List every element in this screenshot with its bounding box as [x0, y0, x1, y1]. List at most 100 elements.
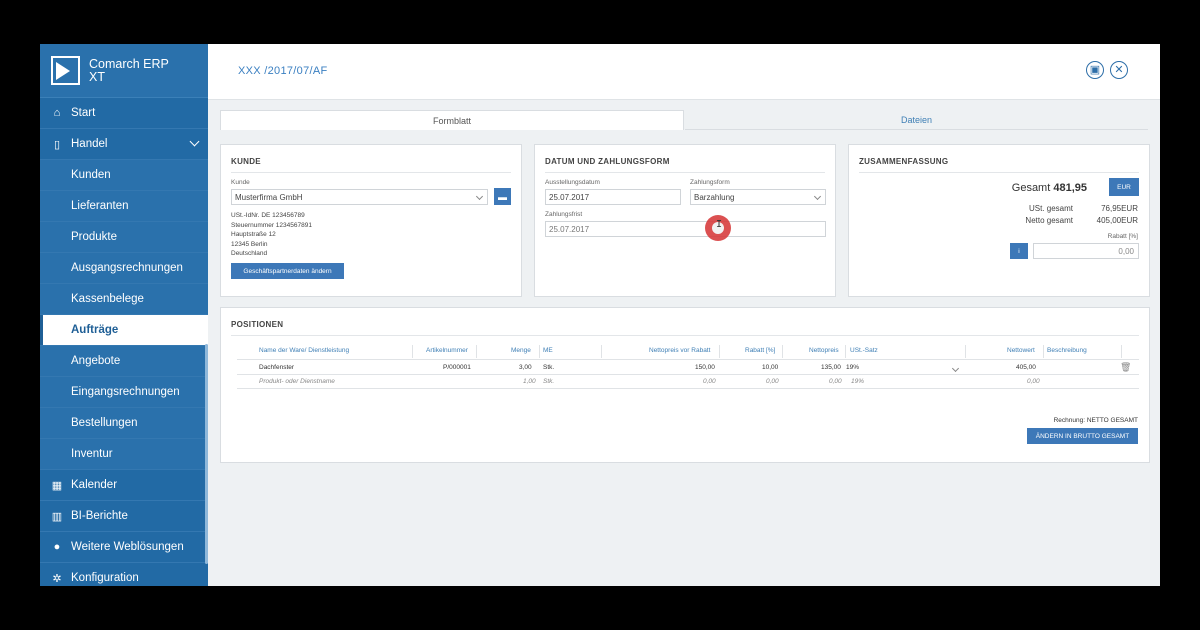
zahlungsform-select[interactable]: Barzahlung [690, 189, 826, 205]
sidebar-item-auftraege[interactable]: Aufträge [40, 315, 208, 346]
col-header-name[interactable]: Name der Ware/ Dienstleistung [259, 347, 349, 354]
summary-title: ZUSAMMENFASSUNG [859, 157, 949, 166]
kunde-select[interactable]: Musterfirma GmbH [231, 189, 488, 205]
new-row-nettowert: 0,00 [1027, 378, 1040, 385]
cell-nettowert: 405,00 [1016, 364, 1036, 371]
save-button[interactable]: ▣ [1086, 61, 1104, 79]
text-cursor-icon: I [716, 219, 723, 230]
zahlungsform-value: Barzahlung [694, 192, 735, 202]
sidebar-scrollbar[interactable] [205, 344, 208, 564]
gesamt-row: Gesamt 481,95 [1012, 182, 1087, 194]
chevron-down-icon [475, 192, 484, 201]
sidebar-item-label: BI-Berichte [71, 510, 128, 522]
chevron-down-icon [189, 136, 200, 147]
sidebar-item-eingangsrechnungen[interactable]: Eingangsrechnungen [40, 377, 208, 408]
sidebar-item-label: Eingangsrechnungen [71, 386, 180, 398]
positionen-title: POSITIONEN [231, 320, 284, 329]
sidebar-item-inventur[interactable]: Inventur [40, 439, 208, 470]
sidebar-item-label: Handel [71, 138, 108, 150]
col-header-nettowert[interactable]: Nettowert [1007, 347, 1035, 354]
close-button[interactable]: ✕ [1110, 61, 1128, 79]
cell-menge: 3,00 [519, 364, 532, 371]
col-header-menge[interactable]: Menge [511, 347, 531, 354]
sidebar-item-kassenbelege[interactable]: Kassenbelege [40, 284, 208, 315]
col-header-rabatt[interactable]: Rabatt [%] [745, 347, 775, 354]
page-header: XXX /2017/07/AF ▣ ✕ [208, 44, 1160, 100]
sidebar-item-konfiguration[interactable]: ✲ Konfiguration [40, 563, 208, 586]
zahlungsfrist-label: Zahlungsfrist [545, 211, 583, 218]
col-header-nettopreis[interactable]: Nettopreis [809, 347, 839, 354]
currency-button[interactable]: EUR [1109, 178, 1139, 196]
change-partner-data-button[interactable]: Geschäftspartnerdaten ändern [231, 263, 344, 279]
sidebar-item-ausgangsrechnungen[interactable]: Ausgangsrechnungen [40, 253, 208, 284]
ausstellungsdatum-label: Ausstellungsdatum [545, 179, 600, 186]
sidebar-item-start[interactable]: ⌂ Start [40, 98, 208, 129]
gear-icon: ✲ [52, 572, 62, 585]
col-header-artikel[interactable]: Artikelnummer [426, 347, 468, 354]
gesamt-value: 481,95 [1053, 182, 1087, 194]
trash-icon[interactable]: 🗑 [1120, 362, 1131, 373]
kunde-details-button[interactable]: ▬ [494, 188, 511, 205]
rechnung-label: Rechnung: NETTO GESAMT [1053, 417, 1138, 424]
cell-name: Dachfenster [259, 364, 295, 371]
tab-dateien[interactable]: Dateien [685, 110, 1148, 130]
new-row-menge[interactable]: 1,00 [523, 378, 536, 385]
col-header-beschreibung[interactable]: Beschreibung [1047, 347, 1087, 354]
kunde-title: KUNDE [231, 157, 261, 166]
sidebar: Comarch ERP XT ⌂ Start ▯ Handel Kunden L… [40, 44, 208, 586]
new-row-rabatt[interactable]: 0,00 [766, 378, 779, 385]
sidebar-item-label: Kunden [71, 169, 111, 181]
sidebar-item-bi-berichte[interactable]: ▥ BI-Berichte [40, 501, 208, 532]
summary-card: ZUSAMMENFASSUNG Gesamt 481,95 EUR USt. g… [848, 144, 1150, 297]
cell-nettovor: 150,00 [695, 364, 715, 371]
zahlungsfrist-input[interactable]: 25.07.2017 [545, 221, 826, 237]
sidebar-item-bestellungen[interactable]: Bestellungen [40, 408, 208, 439]
sidebar-item-label: Aufträge [71, 324, 119, 336]
sidebar-item-kunden[interactable]: Kunden [40, 160, 208, 191]
new-row-ust[interactable]: 19% [851, 378, 864, 385]
cell-nettopreis: 135,00 [821, 364, 841, 371]
col-header-me[interactable]: ME [543, 347, 553, 354]
cell-ust[interactable]: 19% [846, 364, 859, 371]
brutto-toggle-button[interactable]: ÄNDERN IN BRUTTO GESAMT [1027, 428, 1138, 444]
sidebar-item-angebote[interactable]: Angebote [40, 346, 208, 377]
sidebar-item-produkte[interactable]: Produkte [40, 222, 208, 253]
chevron-down-icon[interactable] [951, 364, 960, 373]
sidebar-item-handel[interactable]: ▯ Handel [40, 129, 208, 160]
gesamt-label: Gesamt [1011, 182, 1051, 194]
new-row-name-input[interactable]: Produkt- oder Dienstname [259, 378, 335, 385]
sidebar-item-lieferanten[interactable]: Lieferanten [40, 191, 208, 222]
rabatt-info-button[interactable]: i [1010, 243, 1028, 259]
app-name: Comarch ERP [89, 56, 169, 71]
rabatt-input[interactable]: 0,00 [1033, 243, 1139, 259]
comarch-logo-icon [51, 56, 80, 85]
cell-rabatt: 10,00 [762, 364, 779, 371]
ausstellungsdatum-input[interactable]: 25.07.2017 [545, 189, 681, 205]
col-header-ust[interactable]: USt.-Satz [850, 347, 878, 354]
new-row-nettovor[interactable]: 0,00 [703, 378, 716, 385]
sidebar-item-label: Angebote [71, 355, 121, 367]
sidebar-item-kalender[interactable]: ▦ Kalender [40, 470, 208, 501]
datum-card: DATUM UND ZAHLUNGSFORM Ausstellungsdatum… [534, 144, 836, 297]
sidebar-item-label: Bestellungen [71, 417, 138, 429]
bar-chart-icon: ▥ [51, 510, 63, 523]
sidebar-item-label: Weitere Weblösungen [71, 541, 184, 553]
tab-formblatt[interactable]: Formblatt [220, 110, 684, 130]
sidebar-item-label: Start [71, 107, 96, 119]
ust-label: USt. gesamt [1028, 204, 1073, 213]
kunde-card: KUNDE Kunde Musterfirma GmbH ▬ USt.-IdNr… [220, 144, 522, 297]
brand[interactable]: Comarch ERP XT [40, 44, 208, 98]
datum-title: DATUM UND ZAHLUNGSFORM [545, 157, 670, 166]
sidebar-item-label: Konfiguration [71, 572, 139, 584]
zahlungsform-label: Zahlungsform [690, 179, 730, 186]
col-header-nettovor[interactable]: Nettopreis vor Rabatt [649, 347, 710, 354]
cell-me: Stk. [543, 364, 555, 371]
sidebar-item-label: Kassenbelege [71, 293, 144, 305]
new-row-nettopreis[interactable]: 0,00 [829, 378, 842, 385]
kunde-details: USt.-IdNr. DE 123456789 Steuernummer 123… [231, 212, 312, 257]
home-icon: ⌂ [53, 107, 61, 119]
new-row-me[interactable]: Stk. [543, 378, 554, 385]
app-name-suffix: XT [89, 69, 105, 84]
cell-artikel: P/000001 [443, 364, 471, 371]
sidebar-item-weblosungen[interactable]: ● Weitere Weblösungen [40, 532, 208, 563]
